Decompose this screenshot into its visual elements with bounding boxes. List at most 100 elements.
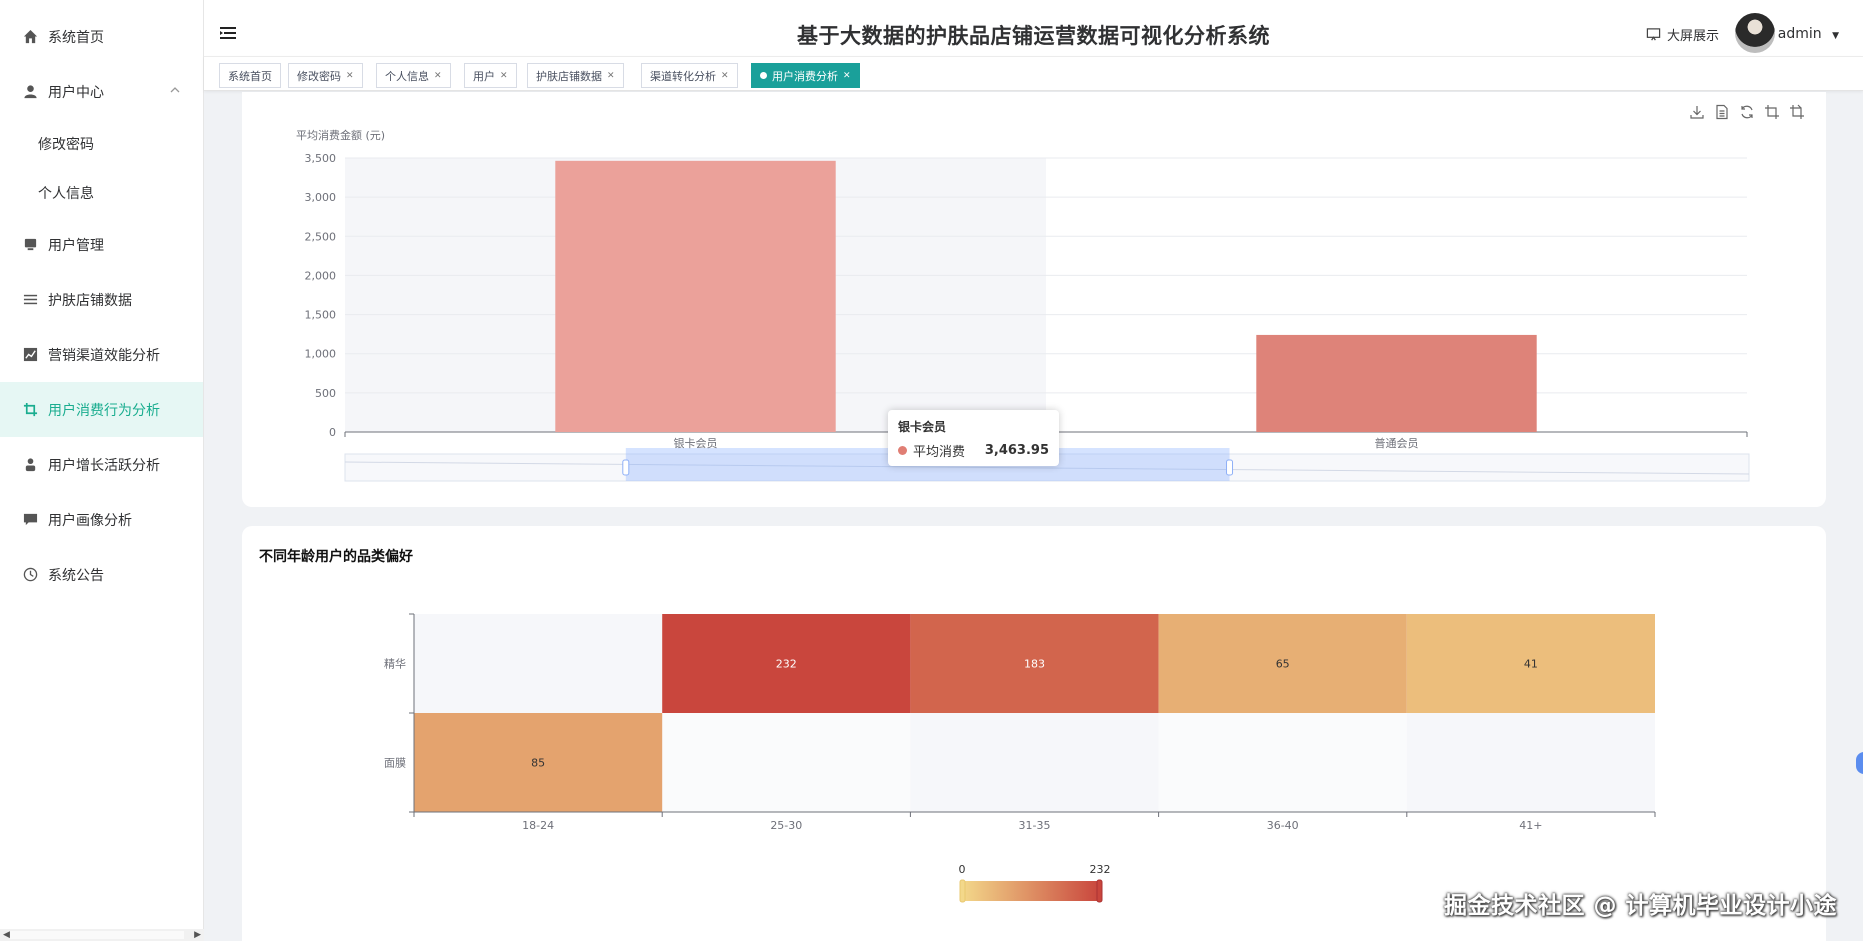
tooltip-value: 3,463.95 [984, 443, 1049, 458]
tab-profile[interactable]: 个人信息 ✕ [376, 63, 451, 88]
tab-label: 个人信息 [385, 69, 429, 83]
y-tick-label: 2,000 [305, 269, 337, 282]
tooltip-series-name: 平均消费 [913, 445, 966, 460]
sidebar-subitem-label: 个人信息 [38, 185, 94, 202]
sidebar-item-label: 系统公告 [48, 567, 104, 584]
tooltip-series-marker [898, 446, 907, 455]
tab-consumption-analysis[interactable]: 用户消费分析 ✕ [751, 63, 860, 88]
chart-tooltip: 银卡会员 平均消费 3,463.95 [888, 410, 1059, 466]
sidebar-item-announcements[interactable]: 系统公告 [0, 547, 203, 602]
screen-icon [1646, 28, 1661, 41]
sidebar-item-label: 用户画像分析 [48, 512, 132, 529]
tab-label: 系统首页 [228, 69, 272, 83]
tab-users[interactable]: 用户 ✕ [464, 63, 517, 88]
sidebar-item-user-management[interactable]: 用户管理 [0, 217, 203, 272]
tooltip-category: 银卡会员 [898, 420, 947, 434]
sidebar-item-label: 用户管理 [48, 237, 104, 254]
visualmap-max-label: 232 [1090, 863, 1111, 876]
visualmap-handle-min [959, 879, 966, 903]
avatar[interactable] [1735, 13, 1775, 53]
bar [1256, 334, 1537, 432]
chart-icon [22, 347, 38, 363]
bar [555, 160, 836, 432]
tab-label: 渠道转化分析 [650, 69, 716, 83]
close-icon[interactable]: ✕ [346, 71, 354, 81]
x-tick-label: 银卡会员 [674, 436, 718, 450]
visualmap-bar [962, 881, 1100, 901]
y-tick-label: 0 [329, 426, 336, 439]
heatmap-cell-label: 41 [1524, 658, 1538, 671]
tab-label: 用户消费分析 [772, 69, 838, 83]
sidebar-subitem-label: 修改密码 [38, 136, 94, 153]
tab-change-password[interactable]: 修改密码 ✕ [288, 63, 363, 88]
sidebar-item-user-portrait[interactable]: 用户画像分析 [0, 492, 203, 547]
tab-label: 用户 [473, 69, 495, 83]
x-tick-label: 18-24 [522, 819, 554, 832]
tab-channel-conversion[interactable]: 渠道转化分析 ✕ [641, 63, 738, 88]
heatmap-cell-label: 232 [776, 658, 797, 671]
datazoom-handle-left [622, 459, 630, 476]
sidebar-subitem-change-password[interactable]: 修改密码 [0, 119, 203, 168]
visualmap-min-label: 0 [959, 863, 966, 876]
sidebar-item-label: 系统首页 [48, 29, 104, 46]
x-tick-label: 普通会员 [1375, 436, 1419, 450]
fullscreen-display-button[interactable]: 大屏展示 [1646, 25, 1719, 44]
floating-button[interactable] [1856, 752, 1863, 774]
monitor-icon [22, 237, 38, 253]
datazoom-handle-right [1226, 459, 1234, 476]
heatmap-chart: 232 183 65 41 85 18-24 25-30 31-35 36-40 41+ 精华面膜 0… [384, 613, 1656, 903]
sidebar-item-marketing-analysis[interactable]: 营销渠道效能分析 [0, 327, 203, 382]
chevron-up-icon [169, 84, 181, 96]
y-tick-label: 精华 [384, 657, 406, 671]
sidebar-subitem-profile[interactable]: 个人信息 [0, 168, 203, 217]
x-tick-label: 31-35 [1019, 819, 1051, 832]
sidebar-scrollbar[interactable]: ◀ ▶ [0, 929, 204, 941]
list-icon [22, 292, 38, 308]
sidebar-item-label: 护肤店铺数据 [48, 292, 132, 309]
sidebar-item-consumption-analysis[interactable]: 用户消费行为分析 [0, 382, 203, 437]
heatmap-cell-label: 65 [1276, 658, 1290, 671]
tabs-bar: 系统首页 修改密码 ✕ 个人信息 ✕ 用户 ✕ 护肤店铺数据 ✕ 渠道转化分析 ✕ 用户消… [204, 57, 1863, 91]
close-icon[interactable]: ✕ [500, 71, 508, 81]
close-icon[interactable]: ✕ [607, 71, 615, 81]
y-tick-label: 3,000 [305, 191, 337, 204]
visualmap-handle-max [1096, 879, 1103, 903]
y-tick-label: 2,500 [305, 230, 337, 243]
sidebar-item-home[interactable]: 系统首页 [0, 9, 203, 64]
tab-label: 护肤店铺数据 [536, 69, 602, 83]
message-icon [22, 512, 38, 528]
scroll-right-icon[interactable]: ▶ [194, 930, 201, 940]
scroll-left-icon[interactable]: ◀ [3, 930, 10, 940]
y-axis-label: 平均消费金额 (元) [296, 128, 385, 142]
y-tick-label: 1,500 [305, 309, 337, 322]
tab-home[interactable]: 系统首页 [219, 63, 281, 88]
home-icon [22, 29, 38, 45]
heatmap-cell-label: 183 [1024, 658, 1045, 671]
username: admin [1777, 26, 1822, 42]
y-tick-label: 1,000 [305, 348, 337, 361]
sidebar-item-growth-analysis[interactable]: 用户增长活跃分析 [0, 437, 203, 492]
y-tick-label: 500 [315, 387, 336, 400]
user-dropdown[interactable]: admin ▼ [1778, 26, 1839, 42]
header: 基于大数据的护肤品店铺运营数据可视化分析系统 大屏展示 admin ▼ [204, 0, 1863, 57]
scrollbar-thumb[interactable] [10, 931, 184, 939]
tab-store-data[interactable]: 护肤店铺数据 ✕ [527, 63, 624, 88]
active-dot-icon [760, 72, 767, 79]
sidebar: 系统首页 用户中心 修改密码 个人信息 用户管理 护肤店铺数据 营销渠道效能分析… [0, 0, 204, 941]
person-icon [22, 457, 38, 473]
y-tick-label: 3,500 [305, 152, 337, 165]
close-icon[interactable]: ✕ [434, 71, 442, 81]
close-icon[interactable]: ✕ [843, 71, 851, 81]
x-tick-label: 25-30 [770, 819, 802, 832]
close-icon[interactable]: ✕ [721, 71, 729, 81]
watermark: 掘金技术社区 @ 计算机毕业设计小途 [1443, 893, 1837, 919]
page-title: 基于大数据的护肤品店铺运营数据可视化分析系统 [797, 24, 1270, 48]
heatmap-card: 不同年龄用户的品类偏好 232 183 65 41 85 18-24 25-30 31-35 3… [242, 526, 1826, 941]
sidebar-item-user-center[interactable]: 用户中心 [0, 64, 203, 119]
tab-label: 修改密码 [297, 69, 341, 83]
crop-icon [22, 402, 38, 418]
heatmap-cell-label: 85 [531, 757, 545, 770]
sidebar-item-store-data[interactable]: 护肤店铺数据 [0, 272, 203, 327]
y-tick-label: 面膜 [384, 757, 406, 770]
x-tick-label: 36-40 [1267, 819, 1299, 832]
